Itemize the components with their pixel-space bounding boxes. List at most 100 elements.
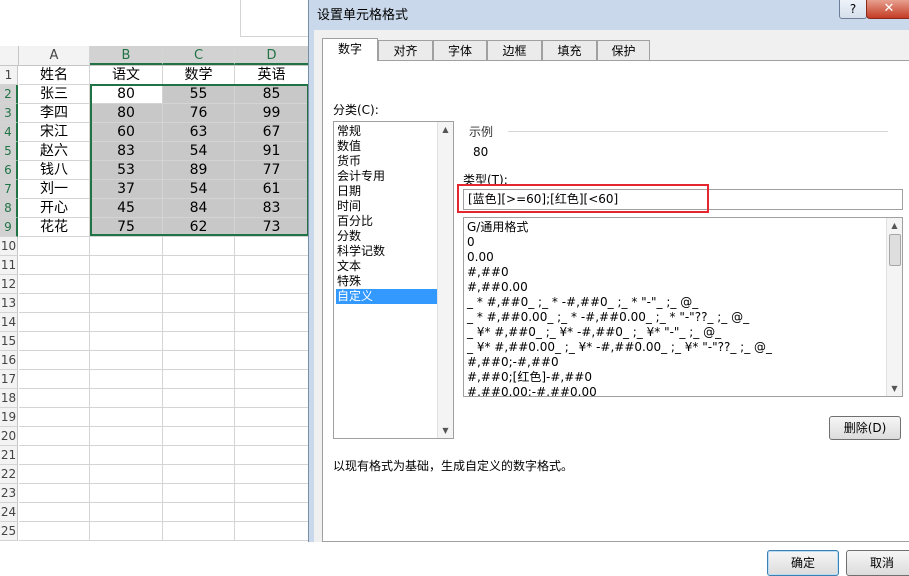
row-header[interactable]: 24 — [0, 503, 18, 522]
cell[interactable] — [90, 427, 163, 446]
cell[interactable] — [19, 370, 90, 389]
cell[interactable] — [163, 522, 235, 541]
cell[interactable] — [19, 275, 90, 294]
format-item[interactable]: _ * #,##0.00_ ;_ * -#,##0.00_ ;_ * "-"??… — [467, 310, 749, 325]
cell[interactable] — [163, 332, 235, 351]
cell[interactable]: 54 — [163, 142, 235, 161]
format-item[interactable]: #,##0;-#,##0 — [467, 355, 559, 370]
row-header[interactable]: 11 — [0, 256, 18, 275]
cell[interactable] — [163, 484, 235, 503]
cell[interactable] — [90, 294, 163, 313]
column-header-b[interactable]: B — [90, 46, 163, 65]
cell[interactable] — [235, 256, 309, 275]
format-item[interactable]: _ ¥* #,##0_ ;_ ¥* -#,##0_ ;_ ¥* "-"_ ;_ … — [467, 325, 721, 340]
cell[interactable] — [90, 313, 163, 332]
cell[interactable] — [235, 237, 309, 256]
cancel-button[interactable]: 取消 — [846, 550, 909, 576]
category-scrollbar[interactable]: ▲ ▼ — [437, 122, 453, 438]
cell[interactable]: 55 — [163, 85, 235, 104]
category-list[interactable]: ▲ ▼ 常规 数值 货币 会计专用 日期 时间 百分比 分数 科学记数 文本 特殊 自定义 — [333, 121, 454, 439]
cell[interactable] — [235, 294, 309, 313]
help-button[interactable]: ? — [839, 0, 867, 19]
cell[interactable] — [235, 484, 309, 503]
cell[interactable] — [90, 389, 163, 408]
cell[interactable]: 76 — [163, 104, 235, 123]
cell[interactable] — [19, 427, 90, 446]
cell[interactable]: 75 — [90, 218, 163, 237]
cell[interactable] — [235, 332, 309, 351]
cell[interactable] — [235, 503, 309, 522]
format-item[interactable]: #,##0.00;-#,##0.00 — [467, 385, 597, 396]
cell[interactable]: 73 — [235, 218, 309, 237]
cell[interactable]: 45 — [90, 199, 163, 218]
tab-fill[interactable]: 填充 — [542, 40, 597, 60]
cell[interactable]: 开心 — [19, 199, 90, 218]
cell[interactable]: 李四 — [19, 104, 90, 123]
row-header[interactable]: 16 — [0, 351, 18, 370]
format-item[interactable]: G/通用格式 — [467, 220, 528, 235]
cell[interactable]: 花花 — [19, 218, 90, 237]
row-header[interactable]: 14 — [0, 313, 18, 332]
cell[interactable] — [235, 275, 309, 294]
category-item[interactable]: 自定义 — [336, 289, 437, 304]
cell[interactable] — [19, 237, 90, 256]
cell[interactable]: 张三 — [19, 85, 90, 104]
row-header[interactable]: 22 — [0, 465, 18, 484]
cell[interactable]: 85 — [235, 85, 309, 104]
format-list[interactable]: ▲ ▼ G/通用格式 0 0.00 #,##0 #,##0.00 _ * #,##0_ ;… — [463, 217, 903, 397]
category-item[interactable]: 特殊 — [336, 274, 437, 289]
scroll-down-icon[interactable]: ▼ — [887, 381, 902, 396]
cell[interactable] — [163, 294, 235, 313]
row-header[interactable]: 12 — [0, 275, 18, 294]
cell[interactable] — [235, 427, 309, 446]
cell[interactable]: 62 — [163, 218, 235, 237]
format-item[interactable]: _ * #,##0_ ;_ * -#,##0_ ;_ * "-"_ ;_ @_ — [467, 295, 698, 310]
row-header[interactable]: 23 — [0, 484, 18, 503]
cell[interactable]: 语文 — [90, 66, 163, 85]
format-item[interactable]: #,##0;[红色]-#,##0 — [467, 370, 592, 385]
cell[interactable] — [163, 446, 235, 465]
cell[interactable]: 91 — [235, 142, 309, 161]
cell[interactable] — [235, 389, 309, 408]
cell[interactable] — [90, 256, 163, 275]
row-header[interactable]: 21 — [0, 446, 18, 465]
cell[interactable] — [90, 446, 163, 465]
cell[interactable] — [235, 370, 309, 389]
cell[interactable] — [90, 408, 163, 427]
category-item[interactable]: 日期 — [336, 184, 437, 199]
scroll-thumb[interactable] — [889, 234, 901, 266]
row-header[interactable]: 17 — [0, 370, 18, 389]
cell[interactable] — [235, 351, 309, 370]
cell[interactable] — [163, 465, 235, 484]
cell[interactable]: 53 — [90, 161, 163, 180]
column-header-c[interactable]: C — [163, 46, 235, 65]
category-item[interactable]: 分数 — [336, 229, 437, 244]
cell[interactable] — [19, 503, 90, 522]
scroll-down-icon[interactable]: ▼ — [438, 423, 453, 438]
cell[interactable]: 英语 — [235, 66, 309, 85]
cell[interactable] — [235, 446, 309, 465]
format-item[interactable]: _ ¥* #,##0.00_ ;_ ¥* -#,##0.00_ ;_ ¥* "-… — [467, 340, 772, 355]
category-item[interactable]: 会计专用 — [336, 169, 437, 184]
cell[interactable] — [19, 408, 90, 427]
cell[interactable] — [90, 484, 163, 503]
tab-number[interactable]: 数字 — [322, 38, 378, 61]
cell[interactable]: 89 — [163, 161, 235, 180]
cell[interactable]: 80 — [90, 104, 163, 123]
cell[interactable]: 姓名 — [19, 66, 90, 85]
cell[interactable]: 83 — [235, 199, 309, 218]
cell[interactable] — [163, 427, 235, 446]
cell[interactable] — [235, 522, 309, 541]
category-item[interactable]: 时间 — [336, 199, 437, 214]
cell[interactable]: 80 — [90, 85, 163, 104]
cell[interactable] — [90, 370, 163, 389]
cell[interactable] — [90, 351, 163, 370]
cell[interactable] — [163, 351, 235, 370]
cell[interactable] — [90, 237, 163, 256]
category-item[interactable]: 常规 — [336, 124, 437, 139]
cell[interactable]: 60 — [90, 123, 163, 142]
cell[interactable]: 刘一 — [19, 180, 90, 199]
cell[interactable] — [163, 503, 235, 522]
row-header[interactable]: 25 — [0, 522, 18, 541]
row-header[interactable]: 6 — [0, 161, 18, 180]
